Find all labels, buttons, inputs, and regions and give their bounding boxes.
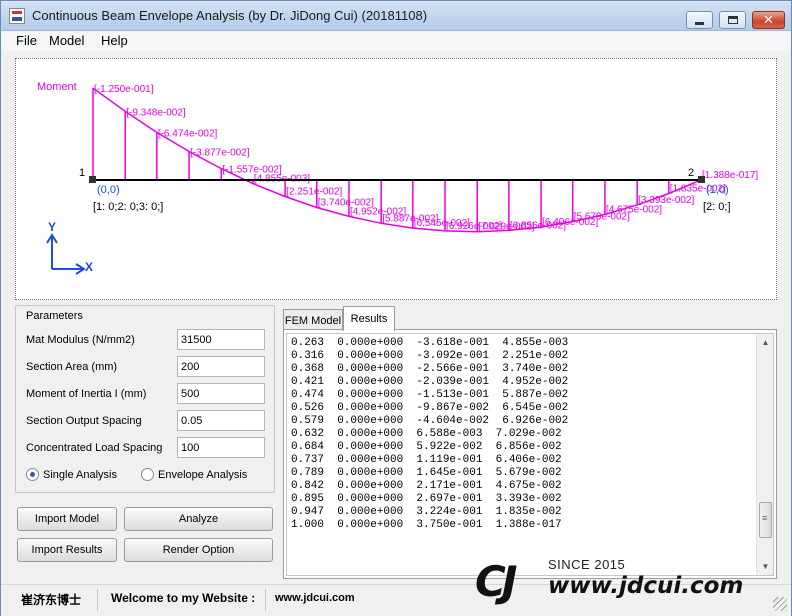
result-row: 0.421 0.000e+000 -2.039e-001 4.952e-002: [291, 376, 569, 388]
radio-unchecked-icon: [141, 468, 154, 481]
menu-file[interactable]: File: [16, 33, 37, 48]
result-row: 0.632 0.000e+000 6.588e-003 7.029e-002: [291, 428, 562, 440]
result-row: 1.000 0.000e+000 3.750e-001 1.388e-017: [291, 519, 562, 531]
close-icon: ✕: [763, 12, 774, 28]
maximize-icon: [727, 16, 738, 24]
x-axis-label: X: [85, 260, 93, 274]
result-row: 0.579 0.000e+000 -4.604e-002 6.926e-002: [291, 415, 569, 427]
minimize-icon: [695, 21, 704, 25]
concentrated-load-spacing-label: Concentrated Load Spacing: [26, 442, 163, 454]
section-output-spacing-input[interactable]: [177, 410, 265, 431]
logo-url: www.jdcui.com: [548, 573, 744, 599]
node-1-coordinate: (0,0): [97, 184, 120, 196]
scroll-thumb[interactable]: [759, 502, 772, 538]
analyze-button[interactable]: Analyze: [124, 507, 273, 531]
menu-model[interactable]: Model: [49, 33, 84, 48]
mat-modulus-input[interactable]: [177, 329, 265, 350]
moment-diagram-svg: [-1.250e-001] [-9.348e-002] [-6.474e-002] […: [37, 81, 758, 275]
close-button[interactable]: ✕: [752, 11, 785, 29]
radio-checked-icon: [26, 468, 39, 481]
tab-fem-model[interactable]: FEM Model: [283, 309, 343, 331]
node-2-restraints: [2: 0;]: [703, 201, 731, 213]
section-area-label: Section Area (mm): [26, 361, 118, 373]
envelope-analysis-radio[interactable]: Envelope Analysis: [141, 468, 247, 481]
status-separator: [97, 589, 98, 611]
concentrated-load-spacing-input[interactable]: [177, 437, 265, 458]
node-2-number: 2: [688, 167, 694, 179]
moment-of-inertia-input[interactable]: [177, 383, 265, 404]
render-option-button[interactable]: Render Option: [124, 538, 273, 562]
result-row: 0.684 0.000e+000 5.922e-002 6.856e-002: [291, 441, 562, 453]
result-row: 0.474 0.000e+000 -1.513e-001 5.887e-002: [291, 389, 569, 401]
axis-indicator: Y X: [46, 220, 93, 275]
minimize-button[interactable]: [686, 11, 713, 29]
logo-mark-icon: CJ: [475, 557, 518, 606]
author-name: 崔济东博士: [21, 593, 82, 607]
node-1-marker[interactable]: [89, 176, 96, 183]
moment-value-label: [4.675e-002]: [606, 204, 662, 215]
result-row: 0.526 0.000e+000 -9.867e-002 6.545e-002: [291, 402, 569, 414]
moment-value-label: [-9.348e-002]: [126, 107, 186, 118]
menu-bar: File Model Help: [1, 31, 791, 51]
node-2-marker[interactable]: [698, 176, 705, 183]
maximize-button[interactable]: [719, 11, 746, 29]
result-row: 0.316 0.000e+000 -3.092e-001 2.251e-002: [291, 350, 569, 362]
moment-label: Moment: [37, 81, 77, 93]
results-textarea[interactable]: 0.263 0.000e+000 -3.618e-001 4.855e-003 0…: [286, 333, 774, 576]
result-row: 0.947 0.000e+000 3.224e-001 1.835e-002: [291, 506, 562, 518]
import-results-button[interactable]: Import Results: [17, 538, 117, 562]
section-output-spacing-label: Section Output Spacing: [26, 415, 142, 427]
scroll-up-icon[interactable]: ▲: [757, 334, 773, 351]
logo-since: SINCE 2015: [548, 557, 626, 572]
moment-value-label: [1.388e-017]: [702, 170, 758, 181]
tab-results[interactable]: Results: [343, 306, 395, 331]
app-icon: [9, 8, 25, 24]
node-2-coordinate: (1,0): [706, 184, 729, 196]
moment-of-inertia-label: Moment of Inertia I (mm): [26, 388, 147, 400]
moment-value-label: [-6.474e-002]: [158, 128, 218, 139]
y-axis-label: Y: [48, 220, 56, 234]
single-analysis-label: Single Analysis: [43, 468, 117, 481]
moment-value-label: [2.251e-002]: [286, 187, 342, 198]
single-analysis-radio[interactable]: Single Analysis: [26, 468, 117, 481]
import-model-button[interactable]: Import Model: [17, 507, 117, 531]
section-area-input[interactable]: [177, 356, 265, 377]
status-separator: [265, 589, 266, 611]
parameters-title: Parameters: [24, 310, 85, 322]
results-scrollbar[interactable]: ▲ ▼: [756, 334, 773, 575]
result-row: 0.842 0.000e+000 2.171e-001 4.675e-002: [291, 480, 562, 492]
node-1-number: 1: [79, 167, 85, 179]
beam-diagram-canvas[interactable]: [-1.250e-001] [-9.348e-002] [-6.474e-002] […: [15, 58, 777, 300]
envelope-analysis-label: Envelope Analysis: [158, 468, 248, 481]
title-bar[interactable]: Continuous Beam Envelope Analysis (by Dr…: [1, 1, 791, 31]
result-row: 0.737 0.000e+000 1.119e-001 6.406e-002: [291, 454, 562, 466]
window-title: Continuous Beam Envelope Analysis (by Dr…: [32, 8, 428, 23]
welcome-text: Welcome to my Website :: [111, 591, 256, 605]
website-link[interactable]: www.jdcui.com: [275, 592, 355, 604]
result-row: 0.895 0.000e+000 2.697e-001 3.393e-002: [291, 493, 562, 505]
app-window: Continuous Beam Envelope Analysis (by Dr…: [0, 0, 792, 616]
moment-value-label: [3.393e-002]: [638, 195, 694, 206]
moment-value-label: [-3.877e-002]: [190, 148, 250, 159]
mat-modulus-label: Mat Modulus (N/mm2): [26, 334, 135, 346]
moment-value-label: [-1.250e-001]: [94, 84, 154, 95]
jdcui-logo: CJ SINCE 2015 www.jdcui.com: [475, 549, 789, 615]
result-row: 0.368 0.000e+000 -2.566e-001 3.740e-002: [291, 363, 569, 375]
result-row: 0.789 0.000e+000 1.645e-001 5.679e-002: [291, 467, 562, 479]
menu-help[interactable]: Help: [101, 33, 128, 48]
parameters-group: Parameters Mat Modulus (N/mm2) Section A…: [15, 305, 275, 493]
resize-grip-icon[interactable]: [773, 597, 787, 611]
node-1-restraints: [1: 0;2: 0;3: 0;]: [93, 201, 163, 213]
result-row: 0.263 0.000e+000 -3.618e-001 4.855e-003: [291, 337, 569, 349]
